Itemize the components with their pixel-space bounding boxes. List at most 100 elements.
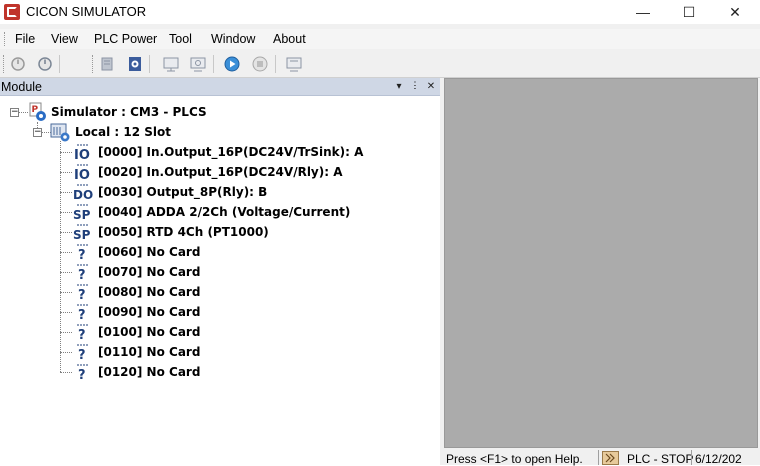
module-panel-header: Module ▾ ⵗ ✕ xyxy=(0,78,440,96)
power-off-button[interactable] xyxy=(8,55,28,73)
tree-node-slot-0040[interactable]: SP [0040] ADDA 2/2Ch (Voltage/Current) xyxy=(73,202,350,222)
tree-connector xyxy=(60,141,61,372)
rack-icon xyxy=(50,123,70,142)
play-icon xyxy=(224,56,240,72)
menu-tool[interactable]: Tool xyxy=(169,32,192,46)
menu-window[interactable]: Window xyxy=(211,32,255,46)
local-collapse-toggle[interactable]: − xyxy=(33,128,42,137)
question-mark-icon: ? xyxy=(77,324,89,342)
special-module-icon: SP xyxy=(73,204,91,222)
tree-node-slot-0080[interactable]: ? [0080] No Card xyxy=(73,282,200,302)
tree-connector xyxy=(60,272,72,273)
tree-connector xyxy=(60,172,72,173)
tree-node-slot-0090[interactable]: ? [0090] No Card xyxy=(73,302,200,322)
app-logo-icon xyxy=(4,4,20,20)
monitor-button[interactable] xyxy=(161,55,181,73)
display-button[interactable] xyxy=(284,55,304,73)
tree-connector xyxy=(60,292,72,293)
output-module-icon: DO xyxy=(73,184,93,202)
tree-connector xyxy=(60,212,72,213)
tree-node-slot-0110[interactable]: ? [0110] No Card xyxy=(73,342,200,362)
local-label: Local : 12 Slot xyxy=(75,125,171,139)
toolbar-grip-handle[interactable] xyxy=(92,55,95,73)
simulator-label: Simulator : CM3 - PLCS xyxy=(51,105,207,119)
status-date: 6/12/202 xyxy=(695,452,742,466)
settings-button[interactable] xyxy=(125,55,145,73)
menu-plc-power[interactable]: PLC Power xyxy=(94,32,157,46)
slot-label: [0040] ADDA 2/2Ch (Voltage/Current) xyxy=(98,205,351,219)
tree-node-slot-0050[interactable]: SP [0050] RTD 4Ch (PT1000) xyxy=(73,222,269,242)
minimize-button[interactable]: — xyxy=(620,0,666,24)
close-button[interactable]: ✕ xyxy=(712,0,758,24)
menu-about[interactable]: About xyxy=(273,32,306,46)
slot-label: [0020] In.Output_16P(DC24V/Rly): A xyxy=(98,165,343,179)
root-collapse-toggle[interactable]: − xyxy=(10,108,19,117)
menu-grip-handle[interactable] xyxy=(4,32,7,46)
toolbar-grip-handle[interactable] xyxy=(3,55,6,73)
toolbar-divider xyxy=(59,55,60,73)
io-module-icon xyxy=(101,57,113,71)
tree-node-slot-0020[interactable]: IO [0020] In.Output_16P(DC24V/Rly): A xyxy=(73,162,343,182)
menu-file[interactable]: File xyxy=(15,32,35,46)
power-on-icon xyxy=(38,57,52,71)
module-panel-title: Module xyxy=(1,80,42,94)
tree-node-slot-0060[interactable]: ? [0060] No Card xyxy=(73,242,200,262)
tree-node-local[interactable]: Local : 12 Slot xyxy=(50,122,171,142)
power-on-button[interactable] xyxy=(35,55,55,73)
menu-bar: File View PLC Power Tool Window About xyxy=(0,29,760,49)
slot-label: [0030] Output_8P(Rly): B xyxy=(98,185,268,199)
svg-text:?: ? xyxy=(78,308,86,322)
svg-text:?: ? xyxy=(78,348,86,362)
run-button[interactable] xyxy=(222,55,242,73)
slot-label: [0100] No Card xyxy=(98,325,201,339)
special-module-icon: SP xyxy=(73,224,91,242)
slot-label: [0070] No Card xyxy=(98,265,201,279)
status-bar: Press <F1> to open Help. PLC - STOP 6/12… xyxy=(444,448,760,466)
question-mark-icon: ? xyxy=(77,264,89,282)
display-icon xyxy=(286,57,302,72)
tree-connector xyxy=(60,152,72,153)
tree-node-slot-0100[interactable]: ? [0100] No Card xyxy=(73,322,200,342)
plc-status-text: PLC - STOP xyxy=(627,452,694,466)
tree-connector xyxy=(60,232,72,233)
workspace-area xyxy=(444,78,758,448)
slot-label: [0060] No Card xyxy=(98,245,201,259)
question-mark-icon: ? xyxy=(77,344,89,362)
tree-node-slot-0030[interactable]: DO [0030] Output_8P(Rly): B xyxy=(73,182,267,202)
svg-text:?: ? xyxy=(78,268,86,282)
monitor-refresh-button[interactable] xyxy=(188,55,208,73)
slot-label: [0120] No Card xyxy=(98,365,201,379)
maximize-button[interactable]: ☐ xyxy=(666,0,712,24)
svg-text:SP: SP xyxy=(73,208,91,222)
tree-node-slot-0070[interactable]: ? [0070] No Card xyxy=(73,262,200,282)
tree-connector xyxy=(60,332,72,333)
stop-button[interactable] xyxy=(250,55,270,73)
tree-connector xyxy=(60,312,72,313)
svg-text:IO: IO xyxy=(74,148,90,162)
tree-connector xyxy=(60,372,72,373)
svg-text:?: ? xyxy=(78,368,86,382)
title-bar[interactable]: CICON SIMULATOR — ☐ ✕ xyxy=(0,0,760,24)
toolbar-divider xyxy=(213,55,214,73)
tree-node-simulator[interactable]: P Simulator : CM3 - PLCS xyxy=(27,102,207,122)
stop-icon xyxy=(252,56,268,72)
io-module-button[interactable] xyxy=(97,55,117,73)
panel-pin-button[interactable]: ⵗ xyxy=(408,79,422,93)
tree-connector xyxy=(60,352,72,353)
tree-connector xyxy=(60,192,72,193)
tree-node-slot-0000[interactable]: IO [0000] In.Output_16P(DC24V/TrSink): A xyxy=(73,142,363,162)
panel-close-button[interactable]: ✕ xyxy=(424,79,438,93)
simulator-icon: P xyxy=(29,102,46,121)
panel-dropdown-button[interactable]: ▾ xyxy=(392,79,406,93)
module-panel: Module ▾ ⵗ ✕ − P Simulator : CM3 - PLCS xyxy=(0,78,440,465)
tree-connector xyxy=(60,252,72,253)
svg-text:?: ? xyxy=(78,288,86,302)
question-mark-icon: ? xyxy=(77,244,89,262)
io-module-icon: IO xyxy=(74,144,90,162)
module-tree: − P Simulator : CM3 - PLCS − Local: 12 … xyxy=(0,98,438,465)
tree-node-slot-0120[interactable]: ? [0120] No Card xyxy=(73,362,200,382)
power-off-icon xyxy=(11,57,25,71)
question-mark-icon: ? xyxy=(77,304,89,322)
menu-view[interactable]: View xyxy=(51,32,78,46)
slot-label: [0000] In.Output_16P(DC24V/TrSink): A xyxy=(98,145,364,159)
